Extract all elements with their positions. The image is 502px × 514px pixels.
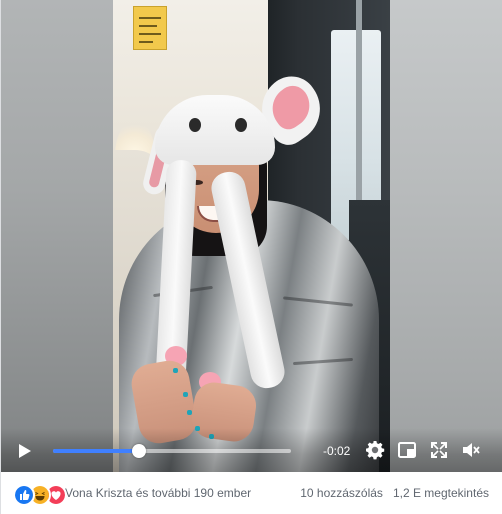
video-frame[interactable] [113, 0, 390, 472]
time-remaining: -0:02 [323, 444, 351, 458]
reactors-link[interactable]: Vona Kriszta és további 190 ember [65, 485, 251, 501]
gear-icon[interactable] [365, 440, 385, 460]
tram-sign [133, 6, 167, 50]
video-post: -0:02 Vona Kriszta és további 190 ember … [0, 0, 502, 514]
reaction-icons[interactable] [13, 484, 67, 506]
post-footer: Vona Kriszta és további 190 ember 10 hoz… [1, 472, 502, 514]
expand-icon[interactable] [429, 440, 449, 460]
picture-in-picture-icon[interactable] [397, 440, 417, 460]
video-blur-left [1, 0, 113, 472]
seek-bar[interactable] [53, 444, 291, 458]
play-icon[interactable] [19, 444, 31, 458]
like-icon [13, 484, 35, 506]
post-stats: 10 hozzászólás 1,2 E megtekintés [300, 485, 489, 501]
comments-link[interactable]: 10 hozzászólás [300, 486, 383, 500]
seek-bar-progress [53, 449, 139, 453]
video-controls: -0:02 [1, 428, 502, 472]
video-blur-right [390, 0, 502, 472]
views-count[interactable]: 1,2 E megtekintés [393, 486, 489, 500]
seek-bar-thumb[interactable] [131, 444, 146, 458]
video-player[interactable]: -0:02 [1, 0, 502, 472]
volume-muted-icon[interactable] [461, 440, 481, 460]
